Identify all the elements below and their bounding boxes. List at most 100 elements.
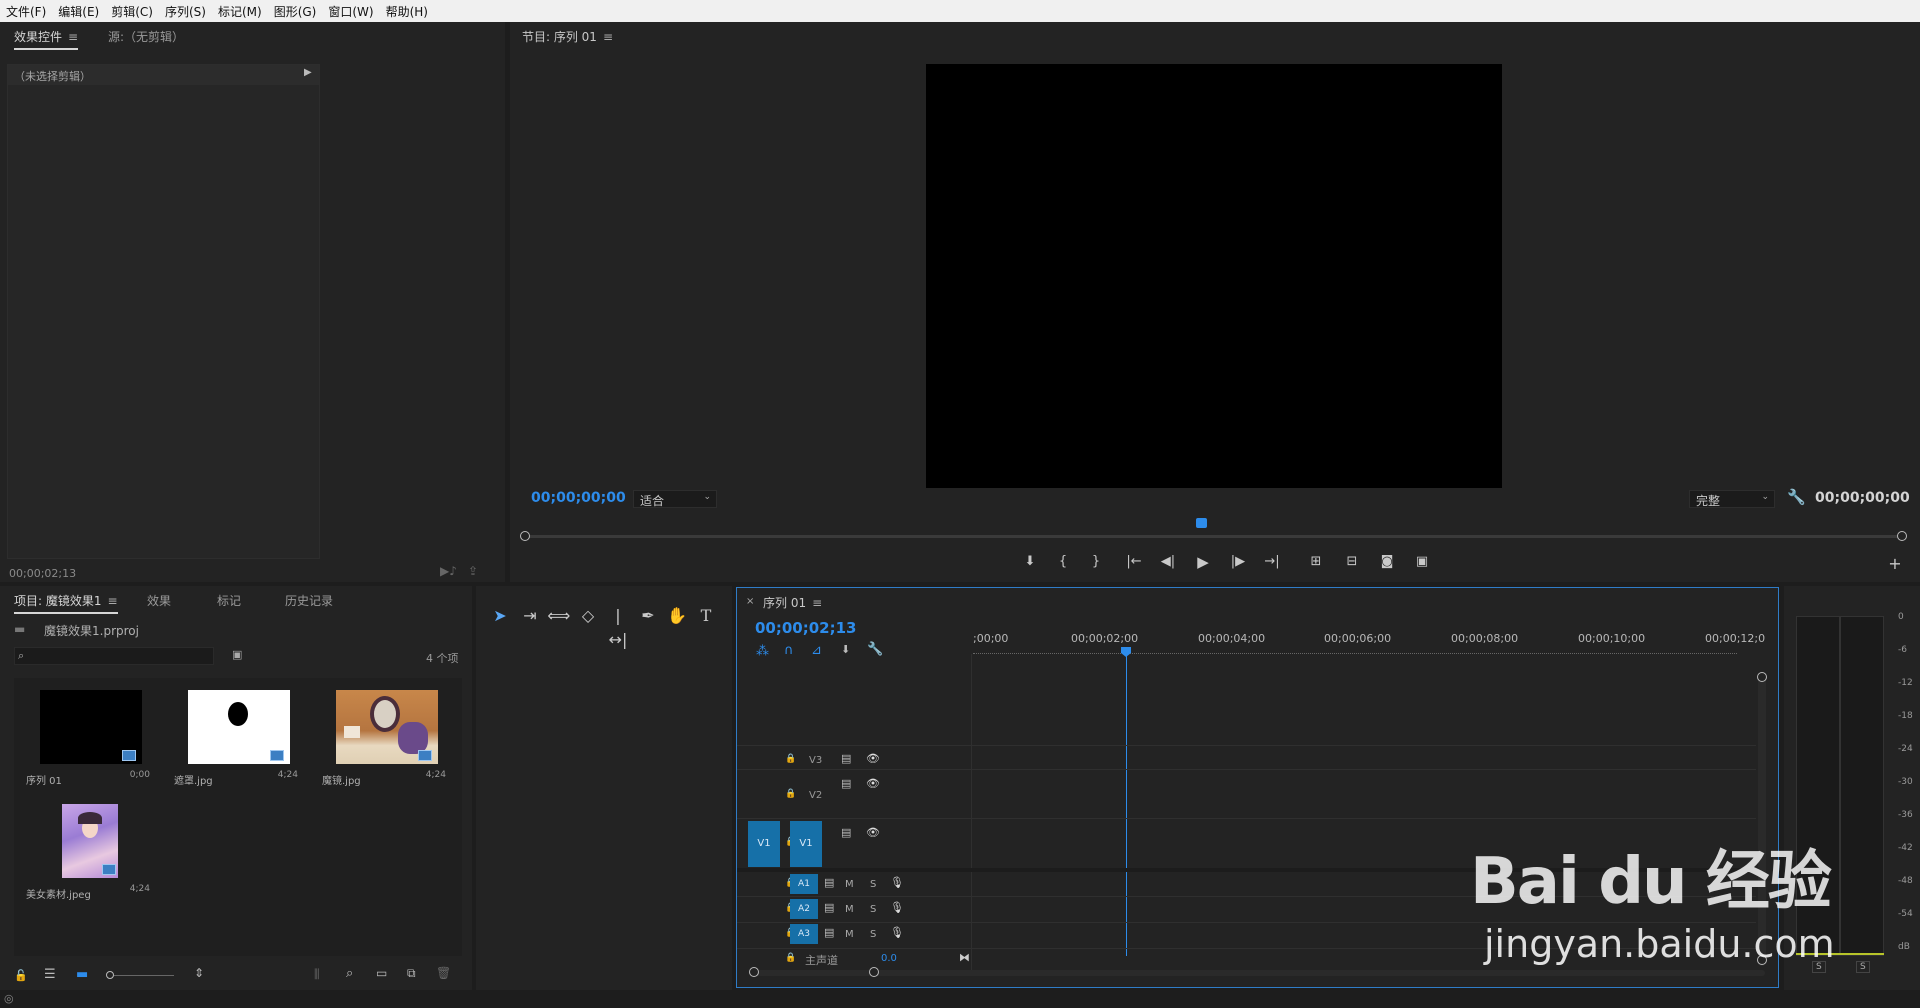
- master-volume-value[interactable]: 0.0: [881, 953, 897, 964]
- source-patch-v1[interactable]: V1: [748, 821, 780, 867]
- menu-item[interactable]: 窗口(W): [322, 3, 379, 20]
- microphone-icon[interactable]: 🎙: [890, 926, 904, 939]
- hand-tool-icon[interactable]: ✋: [665, 604, 689, 628]
- slip-tool-icon[interactable]: |↔|: [606, 604, 630, 649]
- expand-arrow-icon[interactable]: ▶: [304, 67, 312, 78]
- project-item-girl[interactable]: 美女素材.jpeg 4;24: [18, 796, 158, 906]
- solo-button[interactable]: S: [870, 879, 876, 890]
- new-item-icon[interactable]: ⧉: [407, 966, 416, 981]
- project-item-mirror[interactable]: 魔镜.jpg 4;24: [314, 682, 454, 792]
- film-icon[interactable]: ▤: [824, 901, 834, 914]
- lift-icon[interactable]: ⊞: [1306, 552, 1326, 572]
- selection-tool-icon[interactable]: ➤: [488, 604, 512, 628]
- extract-icon[interactable]: ⊟: [1342, 552, 1362, 572]
- menu-item[interactable]: 帮助(H): [380, 3, 434, 20]
- program-timecode-left[interactable]: 00;00;00;00: [531, 490, 626, 506]
- ripple-edit-tool-icon[interactable]: ⟺: [547, 604, 571, 628]
- automate-icon[interactable]: ⫼: [314, 967, 320, 982]
- tab-source[interactable]: 源:（无剪辑）: [108, 28, 184, 45]
- film-icon[interactable]: ▤: [841, 777, 851, 790]
- zoom-slider[interactable]: [106, 970, 174, 980]
- snap-icon[interactable]: ∩: [784, 643, 794, 658]
- mark-out-icon[interactable]: }: [1086, 552, 1106, 572]
- track-target-a1[interactable]: A1: [790, 874, 818, 894]
- add-marker-icon[interactable]: ⬇: [841, 643, 850, 656]
- hscroll-left-handle[interactable]: [749, 967, 759, 977]
- tab-effect-controls[interactable]: 效果控件 ≡: [14, 28, 78, 50]
- film-icon[interactable]: ▤: [841, 826, 851, 839]
- mute-button[interactable]: M: [845, 904, 854, 915]
- lock-icon[interactable]: 🔒: [785, 953, 796, 963]
- panel-menu-icon[interactable]: ≡: [603, 30, 613, 44]
- menu-item[interactable]: 标记(M): [212, 3, 268, 20]
- tab-markers[interactable]: 标记: [217, 592, 241, 609]
- film-icon[interactable]: ▤: [824, 926, 834, 939]
- nest-icon[interactable]: ⁂: [756, 644, 769, 659]
- sort-icon[interactable]: ⇕: [194, 966, 204, 980]
- film-icon[interactable]: ▤: [841, 752, 851, 765]
- add-button-icon[interactable]: +: [1885, 554, 1905, 574]
- list-view-icon[interactable]: ☰: [44, 967, 56, 982]
- slider-knob[interactable]: [106, 971, 114, 979]
- program-playhead[interactable]: [1196, 518, 1207, 528]
- mark-in-icon[interactable]: {: [1053, 552, 1073, 572]
- microphone-icon[interactable]: 🎙: [890, 901, 904, 914]
- solo-button[interactable]: S: [870, 929, 876, 940]
- timeline-settings-wrench-icon[interactable]: 🔧: [867, 642, 883, 657]
- project-item-mask[interactable]: 遮罩.jpg 4;24: [166, 682, 306, 792]
- track-label-v3[interactable]: V3: [809, 755, 822, 766]
- camera-icon[interactable]: ◙: [1377, 552, 1397, 572]
- eye-icon[interactable]: 👁: [866, 752, 880, 765]
- go-to-end-icon[interactable]: ⧓: [959, 951, 970, 964]
- menu-item[interactable]: 剪辑(C): [105, 3, 159, 20]
- go-to-in-icon[interactable]: |←: [1124, 552, 1144, 572]
- play-audio-icon[interactable]: ▶♪: [440, 564, 457, 578]
- timeline-timecode[interactable]: 00;00;02;13: [755, 619, 857, 637]
- zoom-dropdown[interactable]: 适合 ⌄: [633, 490, 717, 508]
- add-marker-icon[interactable]: ⬇: [1020, 552, 1040, 572]
- scrubber-start-handle[interactable]: [520, 531, 530, 541]
- hscroll-right-handle[interactable]: [869, 967, 879, 977]
- step-forward-icon[interactable]: |▶: [1228, 552, 1248, 572]
- mute-button[interactable]: M: [845, 879, 854, 890]
- panel-menu-icon[interactable]: ≡: [812, 596, 822, 610]
- panel-menu-icon[interactable]: ≡: [68, 30, 78, 44]
- track-target-a3[interactable]: A3: [790, 924, 818, 944]
- lock-icon[interactable]: 🔒: [785, 789, 796, 799]
- step-back-icon[interactable]: ◀|: [1158, 552, 1178, 572]
- compare-view-icon[interactable]: ▣: [1412, 552, 1432, 572]
- tab-project[interactable]: 项目: 魔镜效果1 ≡: [14, 592, 118, 614]
- go-to-out-icon[interactable]: →|: [1262, 552, 1282, 572]
- track-target-v1[interactable]: V1: [790, 821, 822, 867]
- mute-button[interactable]: M: [845, 929, 854, 940]
- vscroll-top-handle[interactable]: [1757, 672, 1767, 682]
- horizontal-zoom-scrollbar[interactable]: [755, 970, 1765, 976]
- pen-tool-icon[interactable]: ✒: [636, 604, 660, 628]
- close-icon[interactable]: ×: [746, 596, 754, 607]
- linked-selection-icon[interactable]: ⊿: [811, 643, 822, 658]
- lock-icon[interactable]: 🔒: [785, 754, 796, 764]
- lock-icon[interactable]: 🔓: [14, 969, 28, 982]
- new-bin-search-icon[interactable]: ▣: [232, 648, 242, 661]
- tab-history[interactable]: 历史记录: [285, 592, 333, 609]
- scrubber-end-handle[interactable]: [1897, 531, 1907, 541]
- eye-icon[interactable]: 👁: [866, 826, 880, 839]
- menu-item[interactable]: 图形(G): [268, 3, 323, 20]
- icon-view-icon[interactable]: ▬: [76, 967, 88, 982]
- project-search-input[interactable]: ⌕: [14, 647, 214, 665]
- track-target-a2[interactable]: A2: [790, 899, 818, 919]
- quality-dropdown[interactable]: 完整 ⌄: [1689, 490, 1775, 508]
- track-select-tool-icon[interactable]: ⇥: [518, 604, 542, 628]
- find-icon[interactable]: ⌕: [346, 966, 353, 981]
- razor-tool-icon[interactable]: ◇: [576, 604, 600, 628]
- program-scrubber[interactable]: [524, 535, 1904, 538]
- menu-item[interactable]: 文件(F): [0, 3, 52, 20]
- solo-button[interactable]: S: [870, 904, 876, 915]
- microphone-icon[interactable]: 🎙: [890, 876, 904, 889]
- track-label-v2[interactable]: V2: [809, 790, 822, 801]
- tab-effects[interactable]: 效果: [147, 592, 171, 609]
- project-item-sequence[interactable]: 序列 01 0;00: [18, 682, 158, 792]
- export-icon[interactable]: ⇪: [468, 564, 478, 578]
- panel-menu-icon[interactable]: ≡: [108, 594, 118, 608]
- play-icon[interactable]: ▶: [1193, 552, 1213, 572]
